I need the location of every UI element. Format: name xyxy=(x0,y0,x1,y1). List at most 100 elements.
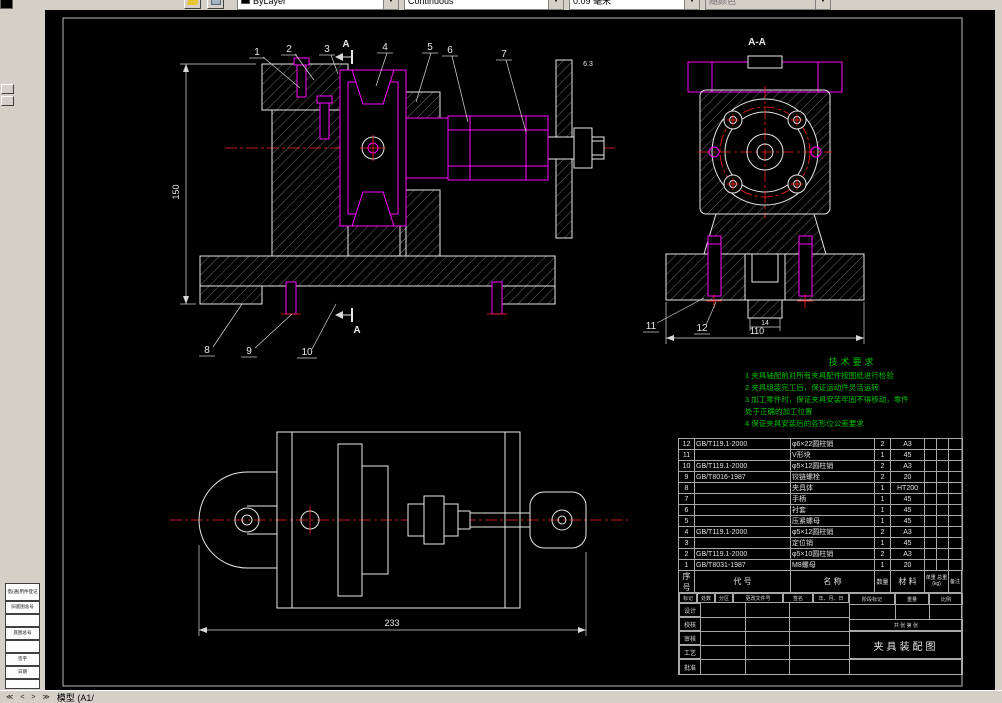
svg-text:7: 7 xyxy=(501,49,507,60)
tab-last-button[interactable]: ≫ xyxy=(39,692,53,702)
bom-note-cell xyxy=(948,460,963,472)
bom-name: 手柄 xyxy=(790,493,875,505)
bom-no: 10 xyxy=(678,460,695,472)
bom-no: 8 xyxy=(678,482,695,494)
bom-qty: 1 xyxy=(874,482,891,494)
tech-line: 处于正确的加工位置 xyxy=(745,407,813,416)
bom-note-cell xyxy=(948,537,963,549)
lineweight-dropdown-arrow[interactable]: ▼ xyxy=(684,0,699,9)
svg-text:1: 1 xyxy=(254,47,260,58)
left-toolbar: 借(通)用件登记 旧底图总号 底图总号 签字 日期 xyxy=(0,10,45,690)
make-layer-current-icon[interactable] xyxy=(184,0,201,9)
bom-header-mat: 材 料 xyxy=(891,571,925,592)
titleblock-stage-label: 阶段标记 xyxy=(849,593,895,605)
svg-text:150: 150 xyxy=(171,184,181,199)
bom-qty: 1 xyxy=(874,493,891,505)
bom-weight-cell xyxy=(936,537,949,549)
color-dropdown-arrow[interactable]: ▼ xyxy=(383,0,398,9)
sheet-margin-box: 借(通)用件登记 xyxy=(5,583,40,601)
layer-previous-icon[interactable] xyxy=(207,0,224,9)
bom-weight-cell xyxy=(924,504,937,516)
linetype-combobox[interactable]: Continuous ▼ xyxy=(404,0,564,10)
bom-no: 7 xyxy=(678,493,695,505)
titleblock-cell: 更改文件号 xyxy=(733,593,783,603)
bom-code xyxy=(694,482,791,494)
bom-weight-cell xyxy=(924,548,937,560)
bom-no: 2 xyxy=(678,548,695,560)
bom-code: GB/T119.1-2000 xyxy=(694,438,791,450)
tab-first-button[interactable]: ≪ xyxy=(3,692,17,702)
lineweight-combobox[interactable]: 0.09 毫米 ▼ xyxy=(569,0,700,10)
bom-no: 12 xyxy=(678,438,695,450)
tab-prev-button[interactable]: < xyxy=(17,692,28,702)
sheet-margin-box xyxy=(5,679,40,689)
bom-weight-cell xyxy=(924,493,937,505)
bom-qty: 1 xyxy=(874,537,891,549)
bom-mat: HT200 xyxy=(890,482,925,494)
tech-line: 4 保证夹具安装后的各形位公差要求 xyxy=(745,419,864,428)
bom-code xyxy=(694,504,791,516)
svg-text:6: 6 xyxy=(447,45,453,56)
bom-weight-cell xyxy=(936,449,949,461)
bom-no: 4 xyxy=(678,526,695,538)
bom-qty: 1 xyxy=(874,559,891,571)
bom-mat: A3 xyxy=(890,548,925,560)
bom-row: 6 衬套 1 45 xyxy=(678,504,963,516)
sheet-margin-box: 旧底图总号 xyxy=(5,601,40,614)
svg-text:A-A: A-A xyxy=(748,37,766,48)
bom-table: 12 GB/T119.1-2000 φ6×22圆柱销 2 A3 11 V形块 1 45 10 G… xyxy=(678,438,963,571)
bom-note-cell xyxy=(948,471,963,483)
titleblock-cell: 分区 xyxy=(715,593,733,603)
titleblock-drawing-no xyxy=(849,659,963,675)
bom-no: 3 xyxy=(678,537,695,549)
tech-line: 2 夹具组装完工后，保证运动件灵活运转 xyxy=(745,383,879,392)
bom-mat: 20 xyxy=(890,559,925,571)
bottom-view: 233 xyxy=(170,431,628,636)
bom-name: V形块 xyxy=(790,449,875,461)
bom-note-cell xyxy=(948,449,963,461)
bom-weight-cell xyxy=(936,559,949,571)
color-swatch-icon[interactable] xyxy=(0,0,13,9)
svg-text:110: 110 xyxy=(750,326,764,336)
bom-header-row: 序号 代 号 名 称 数量 材 料 单重 总重 (kg) 备注 xyxy=(678,571,962,593)
bom-name: 衬套 xyxy=(790,504,875,516)
tab-next-button[interactable]: > xyxy=(28,692,39,702)
color-value: ByLayer xyxy=(253,0,287,6)
linetype-dropdown-arrow[interactable]: ▼ xyxy=(548,0,563,9)
bom-row: 8 夹具体 1 HT200 xyxy=(678,482,963,494)
titleblock-weight-label: 重量 xyxy=(895,593,929,605)
drawing-canvas[interactable]: A A 6.3 150 1 2 3 4 5 6 7 8 9 10 A-A 14 … xyxy=(45,10,995,690)
bom-note-cell xyxy=(948,515,963,527)
bom-mat: A3 xyxy=(890,438,925,450)
bom-name: φ5×12圆柱销 xyxy=(790,460,875,472)
bom-code xyxy=(694,515,791,527)
bom-mat: A3 xyxy=(890,526,925,538)
svg-text:2: 2 xyxy=(286,44,292,55)
bom-mat: A3 xyxy=(890,460,925,472)
bom-code: GB/T8031-1987 xyxy=(694,559,791,571)
bom-weight-cell xyxy=(936,482,949,494)
bom-qty: 1 xyxy=(874,515,891,527)
bom-header-no: 序号 xyxy=(679,571,695,592)
svg-text:10: 10 xyxy=(301,347,313,358)
bom-code: GB/T8016-1987 xyxy=(694,471,791,483)
bom-row: 2 GB/T119.1-2000 φ5×10圆柱销 2 A3 xyxy=(678,548,963,560)
titleblock-cell: 处数 xyxy=(697,593,715,603)
sheet-margin-box: 日期 xyxy=(5,666,40,679)
color-combobox[interactable]: ByLayer ▼ xyxy=(237,0,399,10)
bom-row: 11 V形块 1 45 xyxy=(678,449,963,461)
bom-row: 3 定位销 1 45 xyxy=(678,537,963,549)
tool-button[interactable] xyxy=(1,84,14,94)
model-tab[interactable]: 模型 (A1/ xyxy=(57,691,94,703)
bom-weight-cell xyxy=(936,493,949,505)
plotstyle-value: 随颜色 xyxy=(709,0,737,6)
bom-code xyxy=(694,493,791,505)
bom-weight-cell xyxy=(936,504,949,516)
tool-button[interactable] xyxy=(1,96,14,106)
bom-qty: 2 xyxy=(874,471,891,483)
plotstyle-dropdown-arrow: ▼ xyxy=(815,0,830,9)
bom-note-cell xyxy=(948,559,963,571)
sheet-margin-box xyxy=(5,614,40,627)
titleblock-scale-label: 比例 xyxy=(929,593,963,605)
bom-name: φ5×12圆柱销 xyxy=(790,526,875,538)
